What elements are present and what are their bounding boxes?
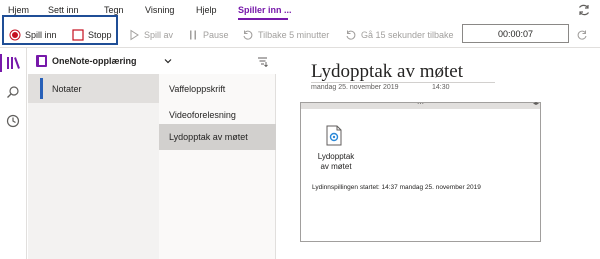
menu-sett-inn[interactable]: Sett inn bbox=[48, 5, 79, 15]
page-canvas[interactable]: Lydopptak av møtet mandag 25. november 2… bbox=[277, 48, 600, 259]
notebooks-icon[interactable] bbox=[6, 56, 20, 70]
forward-icon bbox=[577, 30, 587, 40]
recording-info-text: Lydinnspillingen startet: 14:37 mandag 2… bbox=[312, 184, 481, 191]
section-label: Notater bbox=[52, 84, 82, 94]
resize-handle-icon[interactable]: ◂▸ bbox=[533, 100, 539, 107]
page-title[interactable]: Lydopptak av møtet bbox=[311, 61, 463, 83]
pause-label: Pause bbox=[203, 30, 229, 40]
audio-file-icon[interactable] bbox=[326, 125, 342, 146]
recent-clock-icon[interactable] bbox=[6, 114, 20, 128]
sort-icon[interactable] bbox=[257, 56, 268, 67]
drag-handle-icon[interactable]: ⋯ bbox=[417, 100, 424, 108]
navigation-rail bbox=[0, 48, 27, 259]
page-item-lydopptak[interactable]: Lydopptak av møtet bbox=[159, 124, 276, 150]
recording-timer: 00:00:07 bbox=[462, 24, 569, 43]
chevron-down-icon[interactable] bbox=[164, 57, 172, 65]
sync-icon[interactable] bbox=[577, 3, 591, 17]
rewind-15-icon bbox=[346, 30, 356, 40]
menu-hjelp[interactable]: Hjelp bbox=[196, 5, 217, 15]
pause-button[interactable]: Pause bbox=[187, 28, 229, 42]
notebook-header[interactable]: OneNote-opplæring bbox=[28, 48, 276, 74]
menu-tegn[interactable]: Tegn bbox=[104, 5, 124, 15]
back-5-minutes-label: Tilbake 5 minutter bbox=[258, 30, 330, 40]
record-controls-highlight bbox=[2, 15, 118, 45]
page-list: Vaffeloppskrift Videoforelesning Lydoppt… bbox=[159, 74, 276, 259]
timer-value: 00:00:07 bbox=[497, 28, 534, 39]
page-date: mandag 25. november 2019 bbox=[311, 84, 399, 91]
notebook-title: OneNote-opplæring bbox=[52, 56, 137, 66]
play-button[interactable]: Spill av bbox=[128, 28, 173, 42]
section-list: Notater bbox=[28, 74, 159, 259]
section-item-notater[interactable]: Notater bbox=[28, 74, 159, 103]
menu-hjem[interactable]: Hjem bbox=[8, 5, 29, 15]
back-15-seconds-label: Gå 15 sekunder tilbake bbox=[361, 30, 454, 40]
page-label: Lydopptak av møtet bbox=[169, 132, 248, 142]
section-color-tab bbox=[40, 78, 43, 99]
title-underline bbox=[311, 82, 495, 83]
back-15-seconds-button[interactable]: Gå 15 sekunder tilbake bbox=[345, 28, 454, 42]
forward-button[interactable] bbox=[576, 28, 592, 42]
pause-icon bbox=[190, 30, 196, 40]
search-icon[interactable] bbox=[6, 85, 20, 99]
menu-spiller-inn[interactable]: Spiller inn ... bbox=[238, 5, 292, 15]
page-item-vaffeloppskrift[interactable]: Vaffeloppskrift bbox=[159, 76, 276, 102]
page-time: 14:30 bbox=[432, 84, 450, 91]
play-icon bbox=[130, 29, 139, 41]
menu-visning[interactable]: Visning bbox=[145, 5, 174, 15]
rail-active-indicator bbox=[0, 54, 2, 72]
page-label: Videoforelesning bbox=[169, 110, 236, 120]
notebook-icon bbox=[36, 55, 47, 67]
attachment-label[interactable]: Lydopptak av møtet bbox=[314, 152, 358, 172]
rewind-icon bbox=[243, 30, 253, 40]
note-container[interactable]: ⋯ ◂▸ Lydopptak av møtet Lydinnspillingen… bbox=[300, 100, 541, 242]
back-5-minutes-button[interactable]: Tilbake 5 minutter bbox=[242, 28, 329, 42]
page-label: Vaffeloppskrift bbox=[169, 84, 226, 94]
container-handle[interactable]: ⋯ ◂▸ bbox=[301, 100, 540, 109]
play-label: Spill av bbox=[144, 30, 174, 40]
